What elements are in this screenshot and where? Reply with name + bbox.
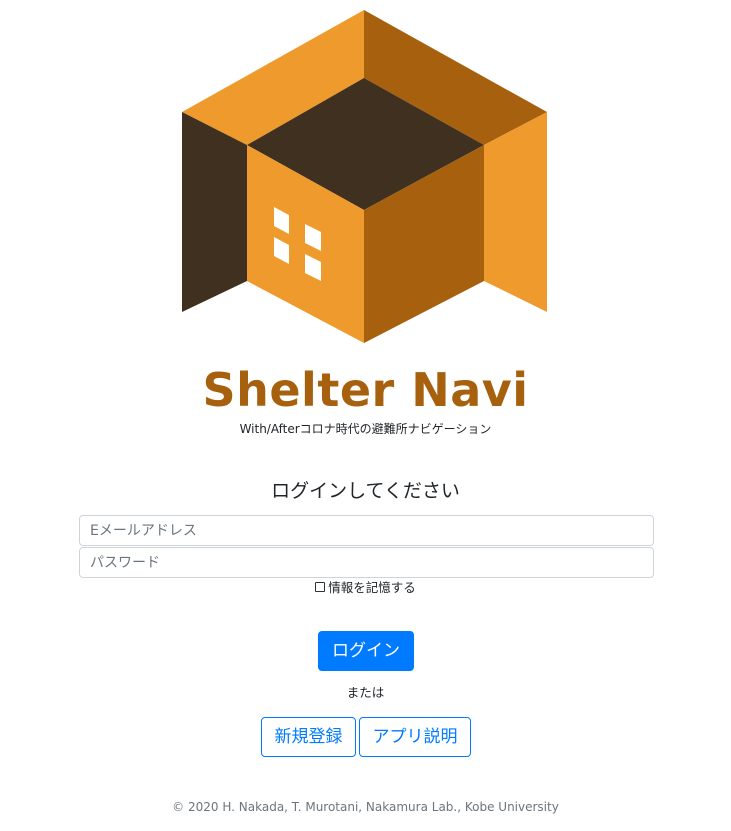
login-heading: ログインしてください bbox=[271, 480, 460, 502]
register-button[interactable]: 新規登録 bbox=[261, 717, 356, 757]
login-button[interactable]: ログイン bbox=[318, 631, 414, 671]
about-app-button[interactable]: アプリ説明 bbox=[359, 717, 471, 757]
email-field[interactable] bbox=[79, 515, 654, 546]
remember-me[interactable]: 情報を記憶する bbox=[0, 579, 731, 597]
or-separator: または bbox=[346, 685, 385, 700]
brand-tagline: With/Afterコロナ時代の避難所ナビゲーション bbox=[239, 422, 492, 436]
shelter-navi-logo bbox=[182, 10, 547, 343]
logo-left-wall bbox=[182, 112, 247, 312]
brand-name: Shelter Navi bbox=[202, 363, 529, 417]
footer-copyright: © 2020 H. Nakada, T. Murotani, Nakamura … bbox=[172, 800, 559, 814]
logo-right-wall bbox=[484, 112, 547, 312]
password-field[interactable] bbox=[79, 547, 654, 578]
remember-checkbox[interactable] bbox=[315, 582, 326, 592]
remember-label: 情報を記憶する bbox=[328, 580, 416, 595]
